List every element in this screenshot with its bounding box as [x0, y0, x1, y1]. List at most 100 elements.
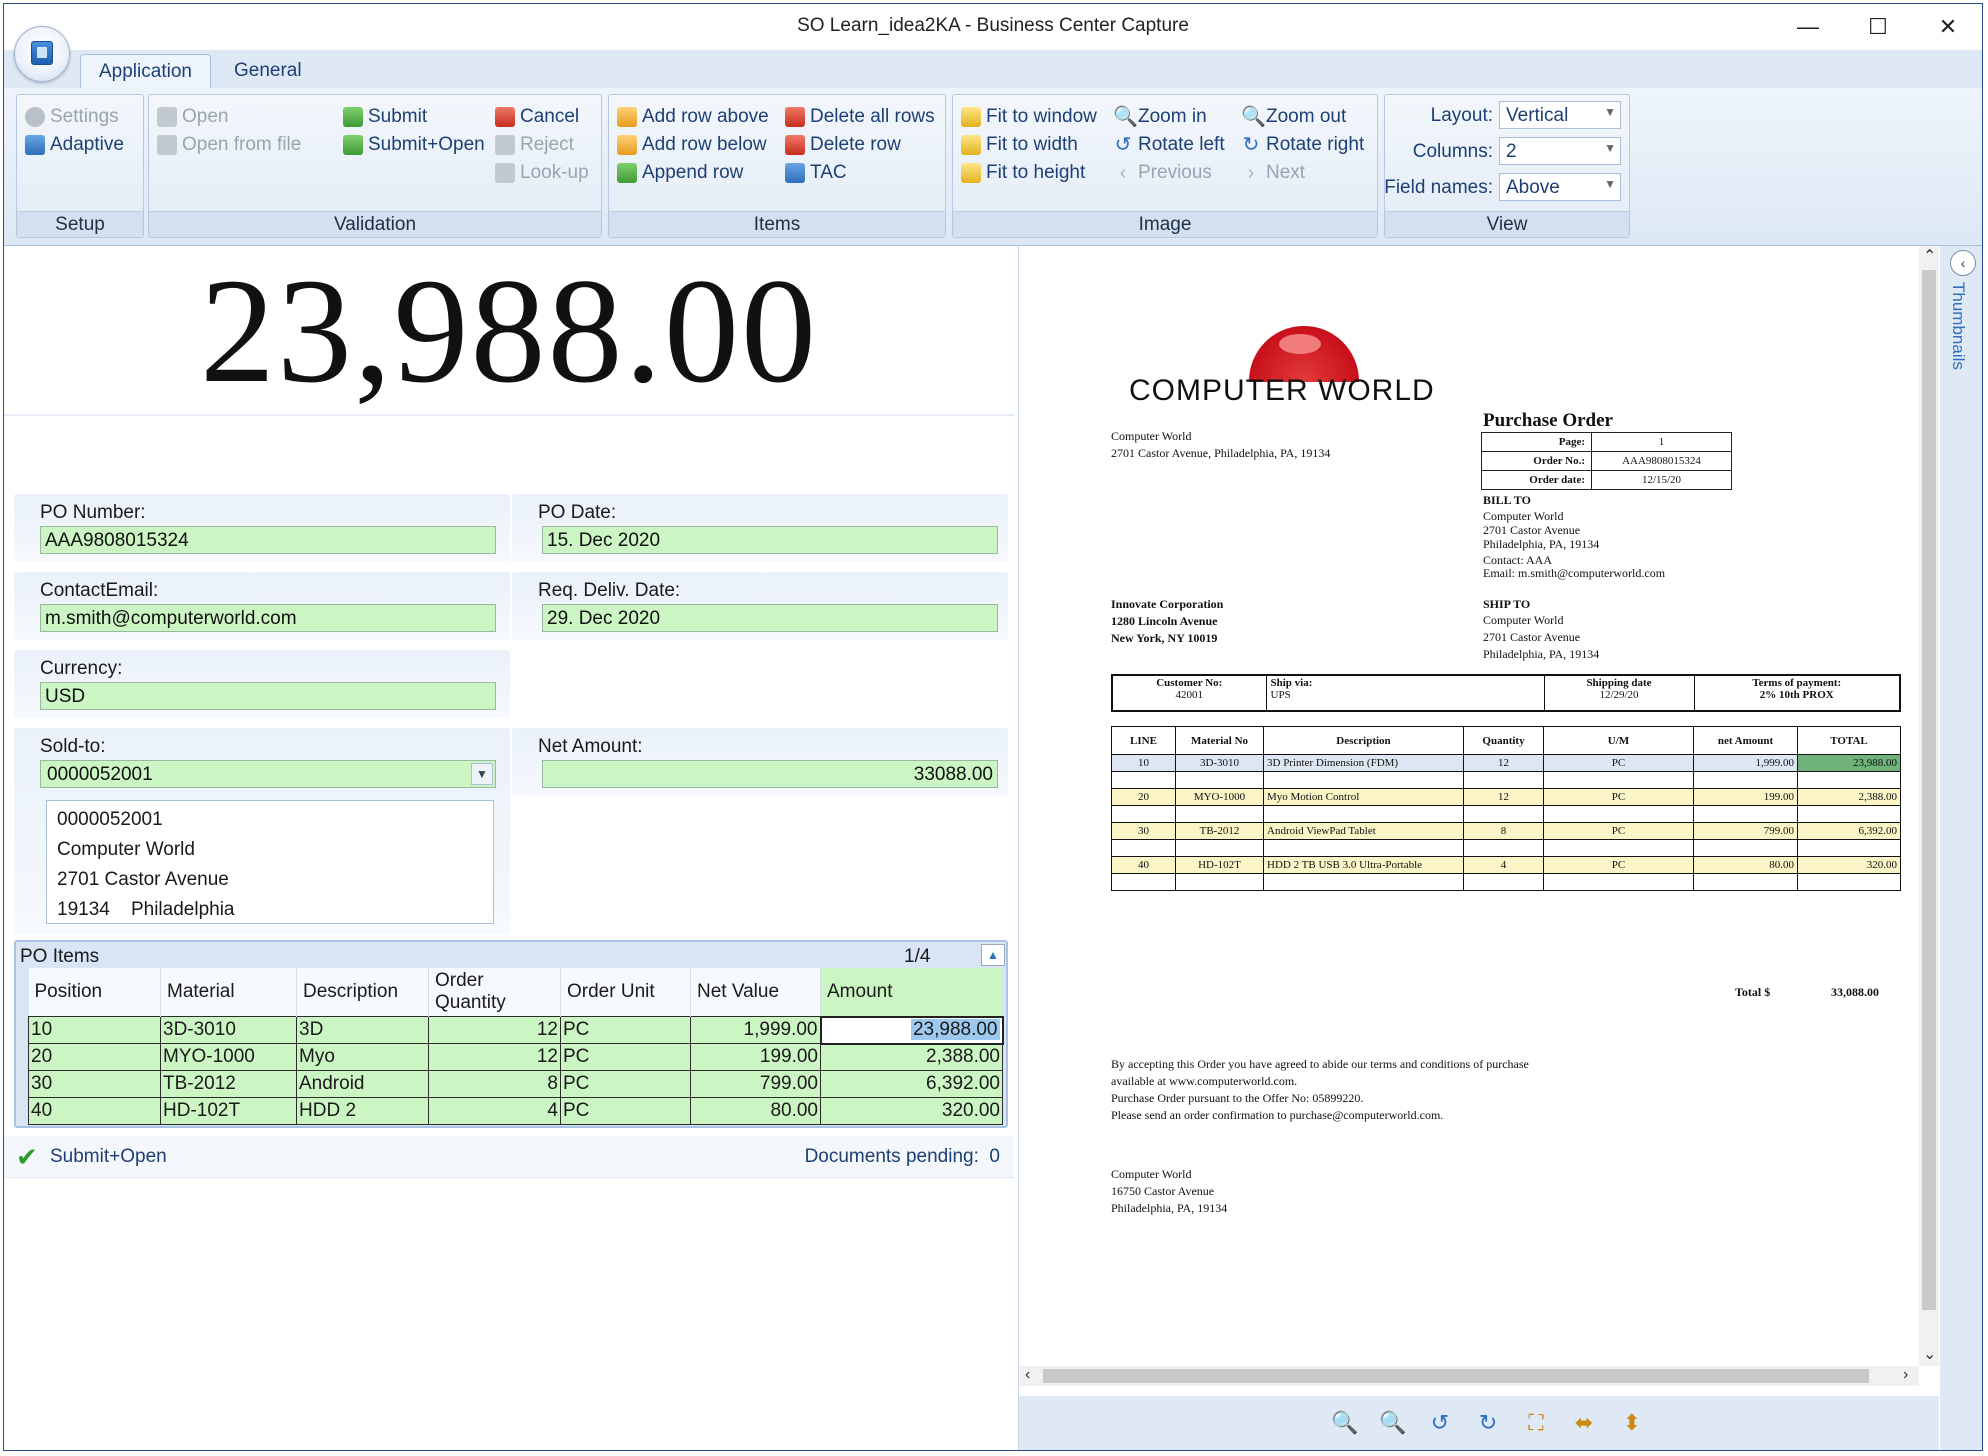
zoom-out-icon[interactable]: 🔍	[1379, 1410, 1406, 1436]
fit-window-icon[interactable]: ⛶	[1523, 1410, 1549, 1436]
cell-net-value[interactable]: 799.00	[690, 1070, 821, 1098]
cell-amount[interactable]: 2,388.00	[820, 1043, 1003, 1071]
cell-description[interactable]: 3D	[296, 1016, 429, 1044]
cell-unit[interactable]: PC	[560, 1070, 691, 1098]
cell-unit[interactable]: PC	[560, 1016, 691, 1044]
vertical-scrollbar[interactable]: ⌃ ⌄	[1919, 246, 1939, 1366]
column-header[interactable]: Position	[28, 968, 161, 1017]
po-number-input[interactable]: AAA9808015324	[40, 526, 496, 554]
open-button[interactable]: Open	[157, 103, 228, 131]
chevron-down-icon[interactable]: ▼	[471, 763, 493, 785]
horizontal-scroll-thumb[interactable]	[1043, 1369, 1869, 1383]
cell-material[interactable]: TB-2012	[160, 1070, 297, 1098]
cell-quantity[interactable]: 8	[428, 1070, 561, 1098]
zoom-in-button[interactable]: 🔍 Zoom in	[1113, 103, 1207, 131]
cell-position[interactable]: 10	[28, 1016, 161, 1044]
cell-description[interactable]: Myo	[296, 1043, 429, 1071]
rotate-right-button[interactable]: ↻ Rotate right	[1241, 131, 1365, 159]
line-cell: Android ViewPad Tablet	[1263, 822, 1464, 840]
scroll-down-icon[interactable]: ⌄	[1923, 1344, 1936, 1364]
close-button[interactable]: ✕	[1928, 12, 1968, 42]
rotate-left-icon[interactable]: ↺	[1427, 1410, 1453, 1436]
cell-material[interactable]: MYO-1000	[160, 1043, 297, 1071]
cell-quantity[interactable]: 4	[428, 1097, 561, 1125]
scroll-left-icon[interactable]: ‹	[1025, 1366, 1030, 1384]
lookup-button[interactable]: Look-up	[495, 159, 589, 187]
delete-row-button[interactable]: Delete row	[785, 131, 901, 159]
cell-amount[interactable]: 320.00	[820, 1097, 1003, 1125]
tab-application[interactable]: Application	[80, 54, 211, 88]
rotate-left-button[interactable]: ↺ Rotate left	[1113, 131, 1225, 159]
vertical-scroll-thumb[interactable]	[1922, 270, 1936, 1310]
cell-unit[interactable]: PC	[560, 1043, 691, 1071]
cancel-button[interactable]: Cancel	[495, 103, 579, 131]
address-zip: 19134	[57, 899, 110, 920]
cell-net-value[interactable]: 199.00	[690, 1043, 821, 1071]
sold-to-input[interactable]: 0000052001 ▼	[40, 760, 496, 788]
tab-general[interactable]: General	[216, 54, 320, 88]
open-from-file-button[interactable]: Open from file	[157, 131, 301, 159]
add-row-below-button[interactable]: Add row below	[617, 131, 767, 159]
submit-button[interactable]: Submit	[343, 103, 427, 131]
terms-text-line: Purchase Order pursuant to the Offer No:…	[1111, 1091, 1364, 1105]
line-row: 10 3D-3010 3D Printer Dimension (FDM) 12…	[1111, 754, 1901, 772]
reject-button[interactable]: Reject	[495, 131, 574, 159]
delete-all-rows-button[interactable]: Delete all rows	[785, 103, 935, 131]
append-row-button[interactable]: Append row	[617, 159, 743, 187]
add-row-above-button[interactable]: Add row above	[617, 103, 769, 131]
cell-description[interactable]: Android	[296, 1070, 429, 1098]
fit-to-width-button[interactable]: Fit to width	[961, 131, 1078, 159]
column-header[interactable]: Material	[160, 968, 297, 1017]
previous-button[interactable]: ‹ Previous	[1113, 159, 1212, 187]
layout-select[interactable]: Vertical ▼	[1499, 101, 1621, 129]
req-deliv-date-input[interactable]: 29. Dec 2020	[542, 604, 998, 632]
cell-quantity[interactable]: 12	[428, 1043, 561, 1071]
cell-net-value[interactable]: 80.00	[690, 1097, 821, 1125]
net-amount-input[interactable]: 33088.00	[542, 760, 998, 788]
column-header[interactable]: Amount	[820, 968, 1003, 1017]
zoom-out-button[interactable]: 🔍 Zoom out	[1241, 103, 1346, 131]
fit-to-height-button[interactable]: Fit to height	[961, 159, 1085, 187]
cell-net-value[interactable]: 1,999.00	[690, 1016, 821, 1044]
collapse-up-icon[interactable]: ▲	[981, 944, 1005, 966]
column-header[interactable]: Description	[296, 968, 429, 1017]
minimize-button[interactable]: —	[1788, 12, 1828, 42]
cell-position[interactable]: 40	[28, 1097, 161, 1125]
zoom-in-icon[interactable]: 🔍	[1331, 1410, 1358, 1436]
rotate-right-icon[interactable]: ↻	[1475, 1410, 1501, 1436]
column-header[interactable]: Net Value	[690, 968, 821, 1017]
fit-height-icon[interactable]: ⬍	[1619, 1410, 1645, 1436]
contact-email-input[interactable]: m.smith@computerworld.com	[40, 604, 496, 632]
tac-button[interactable]: TAC	[785, 159, 847, 187]
fit-width-icon[interactable]: ⬌	[1571, 1410, 1597, 1436]
settings-button[interactable]: Settings	[25, 103, 119, 131]
thumbnails-tab[interactable]: Thumbnails	[1948, 282, 1968, 370]
cell-material[interactable]: HD-102T	[160, 1097, 297, 1125]
cell-unit[interactable]: PC	[560, 1097, 691, 1125]
cell-material[interactable]: 3D-3010	[160, 1016, 297, 1044]
column-header[interactable]: Order Quantity	[428, 968, 561, 1017]
submit-open-button[interactable]: Submit+Open	[343, 131, 485, 159]
currency-input[interactable]: USD	[40, 682, 496, 710]
column-header[interactable]: Order Unit	[560, 968, 691, 1017]
scroll-right-icon[interactable]: ›	[1903, 1366, 1908, 1384]
cell-amount[interactable]: 6,392.00	[820, 1070, 1003, 1098]
scroll-up-icon[interactable]: ⌃	[1923, 246, 1936, 266]
application-menu-button[interactable]	[14, 26, 70, 82]
cell-description[interactable]: HDD 2	[296, 1097, 429, 1125]
chevron-left-icon[interactable]: ‹	[1950, 250, 1976, 276]
append-row-label: Append row	[642, 162, 744, 183]
field-names-select[interactable]: Above ▼	[1499, 173, 1621, 201]
horizontal-scrollbar[interactable]: ‹ ›	[1019, 1366, 1919, 1386]
cell-position[interactable]: 30	[28, 1070, 161, 1098]
maximize-button[interactable]: ☐	[1858, 12, 1898, 42]
adaptive-button[interactable]: Adaptive	[25, 131, 124, 159]
cell-position[interactable]: 20	[28, 1043, 161, 1071]
cell-quantity[interactable]: 12	[428, 1016, 561, 1044]
po-date-input[interactable]: 15. Dec 2020	[542, 526, 998, 554]
next-button[interactable]: › Next	[1241, 159, 1305, 187]
fit-to-window-button[interactable]: Fit to window	[961, 103, 1097, 131]
columns-select[interactable]: 2 ▼	[1499, 137, 1621, 165]
cell-amount-selected[interactable]: 23,988.00	[819, 1015, 1004, 1045]
document-viewer[interactable]: COMPUTER WORLD Computer World 2701 Casto…	[1018, 246, 1939, 1450]
